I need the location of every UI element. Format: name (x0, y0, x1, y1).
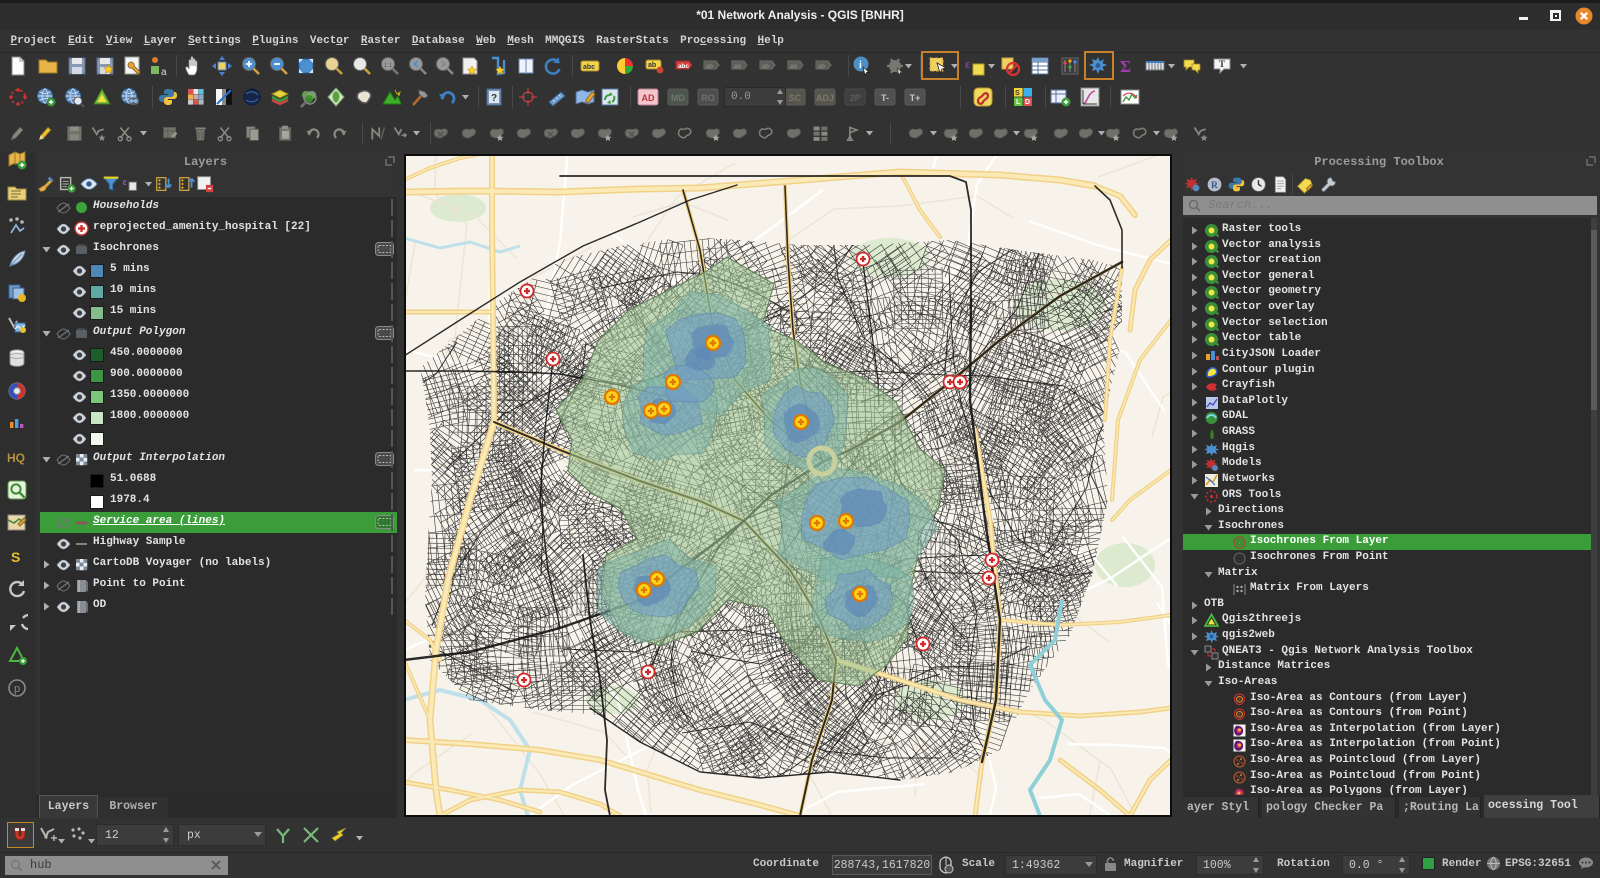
svg-text:S: S (11, 549, 20, 565)
svg-text:ab: ab (648, 62, 656, 69)
svg-text:SC: SC (789, 93, 802, 103)
svg-text:R: R (1211, 181, 1218, 191)
svg-text:AD: AD (642, 93, 655, 103)
svg-text:i: i (859, 60, 862, 71)
svg-text:abc: abc (583, 64, 595, 71)
svg-text:p: p (14, 683, 20, 695)
svg-text:ε: ε (965, 56, 971, 71)
svg-text:MD: MD (671, 93, 685, 103)
svg-text:RO: RO (701, 93, 715, 103)
svg-text:ε: ε (123, 177, 127, 188)
svg-text:?: ? (491, 93, 497, 104)
svg-text:L: L (1016, 99, 1021, 106)
svg-text:ab: ab (762, 64, 769, 70)
svg-text:ab: ab (706, 64, 713, 70)
svg-text:ADJ: ADJ (816, 93, 834, 103)
svg-text:ab: ab (734, 64, 741, 70)
svg-text:T: T (1219, 59, 1225, 69)
svg-text:Σ: Σ (1120, 57, 1131, 76)
svg-text:2P: 2P (849, 93, 860, 103)
svg-text:T+: T+ (910, 93, 921, 103)
svg-text:S: S (1015, 90, 1020, 97)
svg-text:D: D (1025, 99, 1030, 106)
svg-text:HQ: HQ (7, 451, 25, 465)
svg-text:1:1: 1:1 (384, 63, 393, 69)
svg-text:ab: ab (818, 64, 825, 70)
svg-text:T-: T- (881, 93, 889, 103)
svg-text:abc: abc (678, 63, 689, 70)
svg-text:ab: ab (790, 64, 797, 70)
svg-text:a: a (161, 67, 167, 77)
